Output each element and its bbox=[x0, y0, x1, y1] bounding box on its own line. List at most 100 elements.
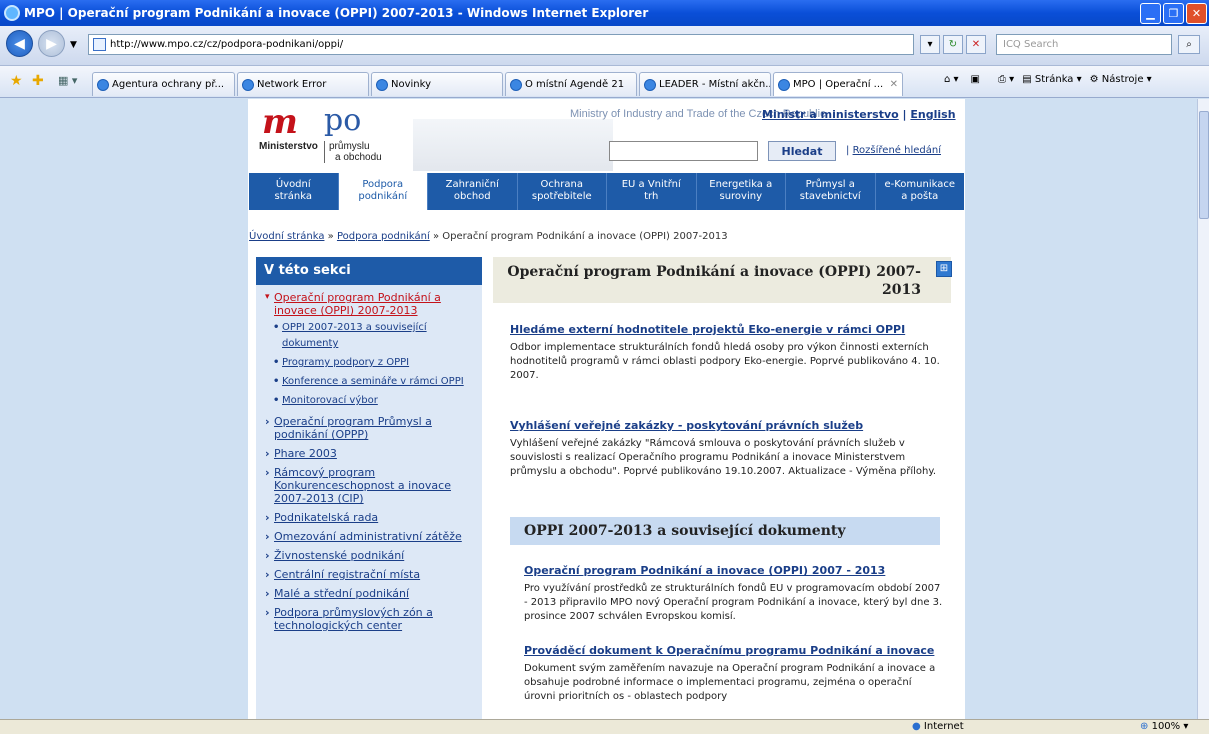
sidebar: V této sekci Operační program Podnikání … bbox=[256, 257, 482, 719]
zoom-control[interactable]: ⊕ 100% ▾ bbox=[1140, 721, 1188, 732]
advanced-search-link[interactable]: Rozšířené hledání bbox=[853, 145, 941, 156]
sidebar-link[interactable]: Živnostenské podnikání bbox=[274, 549, 404, 562]
address-url: http://www.mpo.cz/cz/podpora-podnikani/o… bbox=[110, 39, 344, 50]
forward-button[interactable]: ▶ bbox=[38, 30, 65, 57]
breadcrumb-home[interactable]: Úvodní stránka bbox=[249, 231, 324, 242]
nav-item-eu[interactable]: EU a Vnitřní trh bbox=[607, 173, 697, 210]
logo-line3: a obchodu bbox=[335, 152, 382, 163]
minister-link[interactable]: Ministr a ministerstvo bbox=[762, 108, 899, 121]
sidebar-link[interactable]: Omezování administrativní zátěže bbox=[274, 530, 462, 543]
nav-label: Energetika a bbox=[709, 179, 773, 190]
tab-agenda-21[interactable]: O místní Agendě 21 bbox=[505, 72, 637, 96]
sidebar-link[interactable]: Monitorovací výbor bbox=[282, 395, 378, 406]
minimize-button[interactable]: ▁ bbox=[1140, 3, 1161, 24]
favorites-star-icon[interactable]: ★ bbox=[10, 73, 23, 89]
sidebar-link[interactable]: Phare 2003 bbox=[274, 447, 337, 460]
nav-item-ochrana[interactable]: Ochrana spotřebitele bbox=[518, 173, 607, 210]
feeds-icon[interactable]: ▣ bbox=[971, 74, 980, 85]
sidebar-subitem-konference[interactable]: Konference a semináře v rámci OPPI bbox=[256, 374, 482, 390]
home-icon[interactable]: ⌂ ▾ bbox=[944, 74, 959, 85]
tab-mpo[interactable]: MPO | Operační ... ✕ bbox=[773, 72, 903, 96]
sidebar-item-zony[interactable]: Podpora průmyslových zón a technologický… bbox=[256, 606, 482, 632]
sidebar-item-oppp[interactable]: Operační program Průmysl a podnikání (OP… bbox=[256, 415, 482, 441]
tab-label: Agentura ochrany př... bbox=[112, 79, 225, 90]
close-button[interactable]: ✕ bbox=[1186, 3, 1207, 24]
quick-tabs-icon[interactable]: ▦ ▾ bbox=[58, 74, 77, 87]
sidebar-item-rada[interactable]: Podnikatelská rada bbox=[256, 511, 482, 524]
sidebar-link[interactable]: OPPI 2007-2013 a související dokumenty bbox=[282, 322, 427, 349]
tab-agentura[interactable]: Agentura ochrany př... bbox=[92, 72, 235, 96]
tools-menu[interactable]: ⚙ Nástroje ▾ bbox=[1090, 74, 1152, 85]
vertical-scrollbar[interactable] bbox=[1197, 99, 1209, 719]
doc-item: Operační program Podnikání a inovace (OP… bbox=[524, 564, 944, 624]
tab-label: LEADER - Místní akčn... bbox=[659, 79, 771, 90]
doc-text: Pro využívání prostředků ze strukturální… bbox=[524, 583, 943, 622]
english-link[interactable]: English bbox=[910, 108, 955, 121]
sidebar-link[interactable]: Podnikatelská rada bbox=[274, 511, 378, 524]
tab-network-error[interactable]: Network Error bbox=[237, 72, 369, 96]
tab-close-icon[interactable]: ✕ bbox=[890, 79, 898, 90]
sidebar-subitem-programy[interactable]: Programy podpory z OPPI bbox=[256, 355, 482, 371]
sidebar-link[interactable]: Podpora průmyslových zón a technologický… bbox=[274, 606, 433, 632]
globe-icon: ● bbox=[912, 721, 921, 732]
nav-item-prumysl[interactable]: Průmysl a stavebnictví bbox=[786, 173, 876, 210]
nav-item-ekomunikace[interactable]: e-Komunikace a pošta bbox=[876, 173, 965, 210]
nav-label: Ochrana bbox=[540, 179, 583, 190]
add-favorites-icon[interactable]: ✚ bbox=[32, 73, 44, 89]
nav-item-podpora[interactable]: Podpora podnikání bbox=[338, 173, 428, 210]
sidebar-link[interactable]: Programy podpory z OPPI bbox=[282, 357, 409, 368]
sidebar-item-crm[interactable]: Centrální registrační místa bbox=[256, 568, 482, 581]
sidebar-item-phare[interactable]: Phare 2003 bbox=[256, 447, 482, 460]
main-navigation: Úvodní stránka Podpora podnikání Zahraničn… bbox=[249, 173, 964, 210]
back-button[interactable]: ◀ bbox=[6, 30, 33, 57]
refresh-icon[interactable]: ↻ bbox=[943, 35, 963, 54]
stop-icon[interactable]: ✕ bbox=[966, 35, 986, 54]
sidebar-subitem-monitorovaci[interactable]: Monitorovací výbor bbox=[256, 393, 482, 409]
page-menu[interactable]: ▤ Stránka ▾ bbox=[1022, 74, 1081, 85]
scrollbar-thumb[interactable] bbox=[1199, 111, 1209, 219]
doc-title-link[interactable]: Operační program Podnikání a inovace (OP… bbox=[524, 564, 944, 578]
breadcrumb-current: Operační program Podnikání a inovace (OP… bbox=[442, 231, 728, 242]
history-dropdown-icon[interactable]: ▼ bbox=[70, 40, 77, 50]
address-dropdown-button[interactable]: ▾ bbox=[920, 35, 940, 54]
nav-item-home[interactable]: Úvodní stránka bbox=[249, 173, 339, 210]
sidebar-link[interactable]: Operační program Podnikání a inovace (OP… bbox=[274, 291, 441, 317]
address-input[interactable]: http://www.mpo.cz/cz/podpora-podnikani/o… bbox=[88, 34, 914, 55]
building-image bbox=[413, 119, 613, 171]
nav-item-energetika[interactable]: Energetika a suroviny bbox=[697, 173, 786, 210]
sidebar-link[interactable]: Konference a semináře v rámci OPPI bbox=[282, 376, 464, 387]
logo-mark-po[interactable]: po bbox=[324, 103, 361, 138]
sidebar-link[interactable]: Rámcový program Konkurenceschopnost a in… bbox=[274, 466, 451, 505]
search-button[interactable]: Hledat bbox=[768, 141, 836, 161]
sidebar-item-cip[interactable]: Rámcový program Konkurenceschopnost a in… bbox=[256, 466, 482, 505]
nav-label: Úvodní bbox=[275, 179, 311, 190]
sidebar-item-zivnostenske[interactable]: Živnostenské podnikání bbox=[256, 549, 482, 562]
breadcrumb-section[interactable]: Podpora podnikání bbox=[337, 231, 430, 242]
sitemap-icon[interactable]: ⊞ bbox=[936, 261, 952, 277]
news-title-link[interactable]: Vyhlášení veřejné zakázky - poskytování … bbox=[510, 419, 950, 433]
breadcrumb: Úvodní stránka » Podpora podnikání » Ope… bbox=[249, 231, 728, 242]
nav-label: a pošta bbox=[901, 191, 939, 202]
doc-title-link[interactable]: Prováděcí dokument k Operačnímu programu… bbox=[524, 644, 944, 658]
search-icon[interactable]: ⌕ bbox=[1178, 35, 1200, 54]
sidebar-link[interactable]: Malé a střední podnikání bbox=[274, 587, 409, 600]
sidebar-subitem-dokumenty[interactable]: OPPI 2007-2013 a související dokumenty bbox=[256, 320, 482, 352]
search-input[interactable]: ICQ Search bbox=[996, 34, 1172, 55]
sidebar-link[interactable]: Operační program Průmysl a podnikání (OP… bbox=[274, 415, 432, 441]
sidebar-link[interactable]: Centrální registrační místa bbox=[274, 568, 420, 581]
logo-mark[interactable]: m bbox=[262, 102, 298, 142]
tab-novinky[interactable]: Novinky bbox=[371, 72, 503, 96]
sidebar-item-oppi[interactable]: Operační program Podnikání a inovace (OP… bbox=[256, 291, 482, 317]
sidebar-item-msp[interactable]: Malé a střední podnikání bbox=[256, 587, 482, 600]
tab-leader[interactable]: LEADER - Místní akčn... bbox=[639, 72, 771, 96]
news-title-link[interactable]: Hledáme externí hodnotitele projektů Eko… bbox=[510, 323, 950, 337]
nav-item-zahranicni[interactable]: Zahraniční obchod bbox=[428, 173, 518, 210]
print-icon[interactable]: ⎙ ▾ bbox=[998, 74, 1014, 85]
tab-label: Network Error bbox=[257, 79, 327, 90]
maximize-button[interactable]: ❐ bbox=[1163, 3, 1184, 24]
site-header: m po Ministerstvo průmyslu a obchodu Min… bbox=[248, 99, 965, 173]
news-item: Hledáme externí hodnotitele projektů Eko… bbox=[510, 323, 950, 383]
site-search-input[interactable] bbox=[609, 141, 758, 161]
sidebar-item-omezovani[interactable]: Omezování administrativní zátěže bbox=[256, 530, 482, 543]
window-titlebar: MPO | Operační program Podnikání a inova… bbox=[0, 0, 1209, 26]
